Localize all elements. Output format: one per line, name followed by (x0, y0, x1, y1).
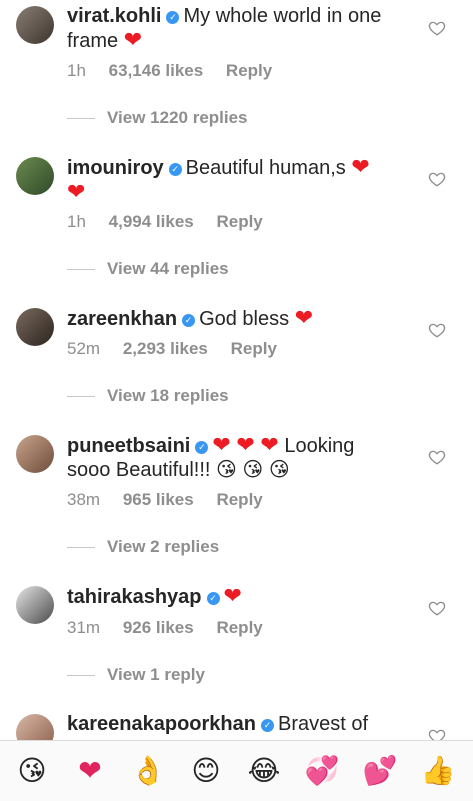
verified-badge-icon: ✓ (182, 314, 196, 327)
divider (67, 675, 95, 677)
comment-text: tahirakashyap ✓ ❤ (67, 584, 407, 609)
view-replies-label: View 1220 replies (107, 108, 248, 127)
tears-of-joy-icon[interactable]: 😂 (244, 751, 284, 791)
comment-body: Looking (284, 435, 355, 457)
likes-count[interactable]: 63,146 likes (109, 61, 204, 80)
heart-emoji-icon: ❤ (223, 583, 242, 608)
username[interactable]: kareenakapoorkhan (67, 713, 256, 735)
likes-count[interactable]: 965 likes (123, 490, 194, 509)
comment-meta: 38m 965 likes Reply (67, 489, 281, 511)
comments-feed[interactable]: virat.kohli ✓ My whole world in one frame … (0, 0, 473, 740)
revolving-hearts-icon[interactable]: 💞 (302, 751, 342, 791)
heart-like-icon[interactable] (428, 727, 446, 740)
comment-text: virat.kohli ✓ My whole world in one frame … (67, 4, 407, 53)
divider (67, 269, 95, 271)
verified-badge-icon: ✓ (195, 441, 209, 454)
reply-button[interactable]: Reply (216, 618, 262, 637)
heart-like-icon[interactable] (428, 448, 446, 466)
view-replies-button[interactable]: View 18 replies (67, 385, 229, 407)
verified-badge-icon: ✓ (260, 719, 274, 732)
likes-count[interactable]: 2,293 likes (123, 339, 208, 358)
view-replies-label: View 18 replies (107, 386, 229, 405)
verified-badge-icon: ✓ (206, 592, 220, 605)
ok-hand-icon[interactable]: 👌 (128, 751, 168, 791)
quick-reaction-emoji-bar: 😘 ❤ 👌 😊 😂 💞 💕 👍 (0, 740, 473, 801)
view-replies-button[interactable]: View 44 replies (67, 258, 229, 280)
avatar[interactable] (16, 435, 54, 473)
likes-count[interactable]: 926 likes (123, 618, 194, 637)
timestamp: 1h (67, 61, 86, 80)
comment-body: God bless (199, 308, 290, 330)
timestamp: 52m (67, 339, 101, 358)
timestamp: 1h (67, 212, 86, 231)
avatar[interactable] (16, 714, 54, 740)
heart-emoji-icon: ❤ (212, 432, 231, 457)
comment-text: zareenkhan ✓ God bless ❤ (67, 306, 407, 331)
username[interactable]: virat.kohli (67, 5, 161, 27)
heart-emoji-icon: ❤ (260, 432, 279, 457)
avatar[interactable] (16, 586, 54, 624)
kissing-face-emoji-icon: 😘 (242, 459, 264, 481)
heart-emoji-icon: ❤ (67, 179, 86, 204)
reply-button[interactable]: Reply (231, 339, 277, 358)
heart-emoji-icon: ❤ (123, 27, 143, 52)
verified-badge-icon: ✓ (168, 163, 182, 176)
heart-like-icon[interactable] (428, 599, 446, 617)
comment-body: Bravest of (277, 713, 369, 735)
comment-text: kareenakapoorkhan ✓ Bravest of (67, 712, 407, 736)
reply-button[interactable]: Reply (226, 61, 272, 80)
username[interactable]: tahirakashyap (67, 586, 202, 608)
comment-text: imouniroy ✓ Beautiful human,s ❤ ❤ (67, 155, 407, 205)
reply-button[interactable]: Reply (216, 212, 262, 231)
kissing-face-emoji-icon: 😘 (216, 459, 237, 481)
heart-like-icon[interactable] (428, 321, 446, 339)
heart-like-icon[interactable] (428, 19, 446, 37)
heart-emoji-icon: ❤ (351, 154, 370, 179)
view-replies-label: View 1 reply (107, 665, 205, 684)
verified-badge-icon: ✓ (166, 11, 180, 24)
avatar[interactable] (16, 157, 54, 195)
divider (67, 118, 95, 120)
username[interactable]: zareenkhan (67, 308, 177, 330)
username[interactable]: imouniroy (67, 157, 164, 179)
heart-like-icon[interactable] (428, 170, 446, 188)
likes-count[interactable]: 4,994 likes (109, 212, 194, 231)
heart-emoji-icon: ❤ (236, 432, 255, 457)
comment-meta: 52m 2,293 likes Reply (67, 338, 295, 360)
comment-body-cont: frame (67, 30, 119, 52)
timestamp: 38m (67, 490, 101, 509)
avatar[interactable] (16, 308, 54, 346)
comment-meta: 1h 63,146 likes Reply (67, 60, 290, 82)
comment-meta: 1h 4,994 likes Reply (67, 211, 281, 233)
divider (67, 547, 95, 549)
comment-meta: 31m 926 likes Reply (67, 617, 281, 639)
comment-text: puneetbsaini ✓ ❤ ❤ ❤ Looking sooo Beautifu… (67, 433, 407, 482)
thumbs-up-icon[interactable]: 👍 (418, 751, 458, 791)
view-replies-label: View 44 replies (107, 259, 229, 278)
view-replies-label: View 2 replies (107, 537, 220, 556)
avatar[interactable] (16, 6, 54, 44)
divider (67, 396, 95, 398)
kissing-face-emoji-icon: 😘 (268, 459, 290, 481)
view-replies-button[interactable]: View 2 replies (67, 536, 219, 558)
red-heart-icon[interactable]: ❤ (70, 751, 110, 791)
heart-emoji-icon: ❤ (294, 305, 314, 330)
smiling-face-icon[interactable]: 😊 (186, 751, 226, 791)
two-hearts-icon[interactable]: 💕 (360, 751, 400, 791)
view-replies-button[interactable]: View 1 reply (67, 664, 205, 686)
reply-button[interactable]: Reply (216, 490, 262, 509)
kissing-face-icon[interactable]: 😘 (12, 751, 52, 791)
comment-body: My whole world in one (183, 5, 382, 27)
username[interactable]: puneetbsaini (67, 435, 190, 457)
timestamp: 31m (67, 618, 101, 637)
comment-body: Beautiful human,s (185, 157, 346, 179)
view-replies-button[interactable]: View 1220 replies (67, 107, 248, 129)
comment-body-cont: sooo Beautiful!!! (67, 459, 211, 481)
